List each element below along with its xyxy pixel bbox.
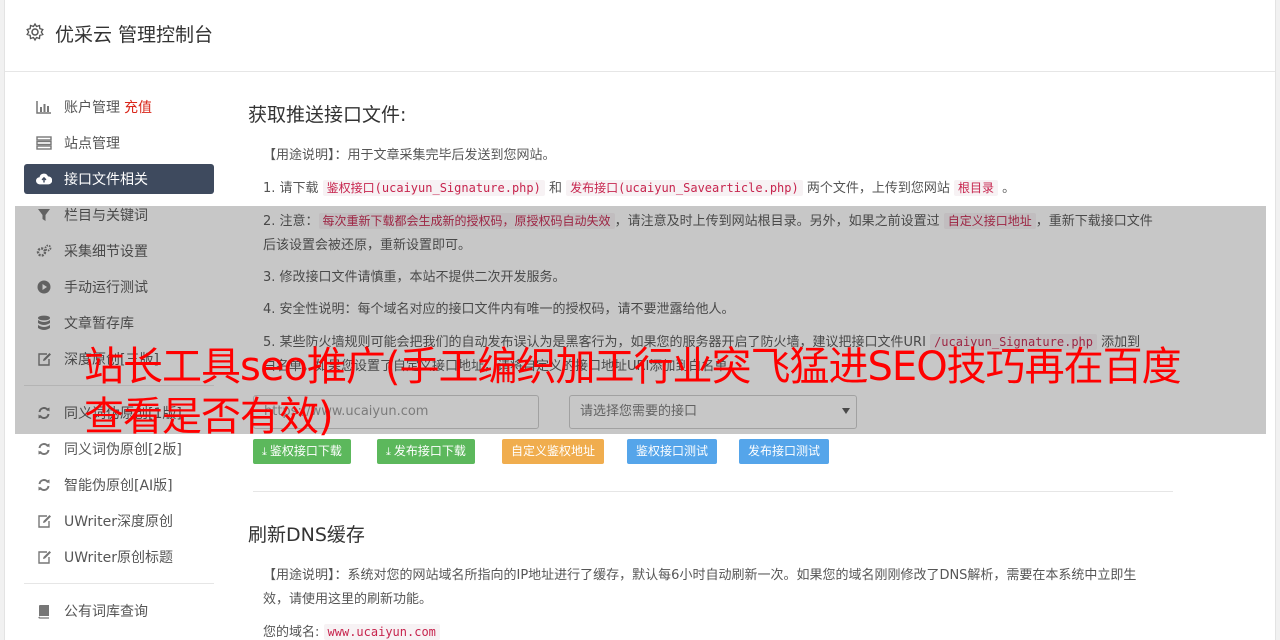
bar-chart-icon xyxy=(36,99,52,115)
button-label: 发布接口测试 xyxy=(748,444,821,458)
section-title-interface-files: 获取推送接口文件: xyxy=(248,104,407,126)
sidebar-item-label: 智能伪原创[AI版] xyxy=(64,478,173,494)
sidebar-item-uwriter-title[interactable]: UWriter原创标题 xyxy=(24,542,214,572)
domain-label: 您的域名: xyxy=(263,625,320,640)
sidebar-item-label: 账户管理 xyxy=(64,100,120,116)
signature-file-code: 鉴权接口(ucaiyun_Signature.php) xyxy=(322,180,545,196)
download-savearticle-button[interactable]: ⤓ 发布接口下载 xyxy=(377,439,475,464)
savearticle-file-code: 发布接口(ucaiyun_Savearticle.php) xyxy=(566,180,803,196)
sidebar-item-public-dictionary[interactable]: 公有词库查询 xyxy=(24,596,214,626)
test-savearticle-button[interactable]: 发布接口测试 xyxy=(739,439,830,464)
dns-usage-note: 【用途说明】：系统对您的网站域名所指向的IP地址进行了缓存，默认每6小时自动刷新… xyxy=(263,568,1137,607)
domain-row: 您的域名: www.ucaiyun.com xyxy=(263,620,1153,640)
step-1: 1. 请下载 鉴权接口(ucaiyun_Signature.php) 和 发布接… xyxy=(263,176,1153,201)
edit-icon xyxy=(36,549,52,565)
sidebar-item-uwriter-deep[interactable]: UWriter深度原创 xyxy=(24,506,214,536)
sidebar-item-label: 公有词库查询 xyxy=(64,604,148,620)
sidebar-item-ai-original[interactable]: 智能伪原创[AI版] xyxy=(24,470,214,500)
domain-value: www.ucaiyun.com xyxy=(323,624,440,640)
sidebar-item-account[interactable]: 账户管理 充值 xyxy=(24,92,214,122)
button-label: 发布接口下载 xyxy=(393,444,466,458)
button-label: 自定义鉴权地址 xyxy=(511,444,596,458)
button-label: 鉴权接口下载 xyxy=(269,444,342,458)
download-signature-button[interactable]: ⤓ 鉴权接口下载 xyxy=(253,439,351,464)
sidebar-item-label: 接口文件相关 xyxy=(64,172,148,188)
download-icon: ⤓ xyxy=(262,445,267,458)
sidebar-item-interface-files[interactable]: 接口文件相关 xyxy=(24,164,214,194)
action-buttons: ⤓ 鉴权接口下载 ⤓ 发布接口下载 自定义鉴权地址 鉴权接口测试 发布接口测试 xyxy=(253,439,1173,465)
cloud-upload-icon xyxy=(36,171,52,187)
root-dir-code: 根目录 xyxy=(954,180,999,196)
page-title: 优采云 管理控制台 xyxy=(55,24,214,46)
sidebar-item-label: UWriter原创标题 xyxy=(64,550,173,566)
section-title-dns: 刷新DNS缓存 xyxy=(248,524,365,546)
step-text: 。 xyxy=(998,181,1016,196)
download-icon: ⤓ xyxy=(386,445,391,458)
refresh-icon xyxy=(36,477,52,493)
usage-note: 【用途说明】：用于文章采集完毕后发送到您网站。 xyxy=(263,148,556,163)
custom-address-button[interactable]: 自定义鉴权地址 xyxy=(502,439,605,464)
recharge-link[interactable]: 充值 xyxy=(124,97,152,117)
section-divider xyxy=(253,491,1173,492)
sidebar-item-label: 同义词伪原创[2版] xyxy=(64,442,182,458)
button-label: 鉴权接口测试 xyxy=(636,444,709,458)
sidebar-divider xyxy=(24,583,214,584)
edit-icon xyxy=(36,513,52,529)
overlay-ad-text: 站长工具seo推广(手工编织加工行业突飞猛进SEO技巧再在百度查看是否有效) xyxy=(84,344,1182,440)
book-icon xyxy=(36,603,52,619)
top-header: 优采云 管理控制台 xyxy=(5,0,1275,72)
step-text: 两个文件，上传到您网站 xyxy=(802,181,954,196)
sidebar-item-label: UWriter深度原创 xyxy=(64,514,173,530)
server-icon xyxy=(36,135,52,151)
refresh-icon xyxy=(36,441,52,457)
sidebar-item-label: 站点管理 xyxy=(64,136,120,152)
test-signature-button[interactable]: 鉴权接口测试 xyxy=(627,439,718,464)
step-text: 和 xyxy=(544,181,567,196)
step-text: 1. 请下载 xyxy=(263,181,323,196)
gear-icon xyxy=(26,22,44,42)
sidebar-item-sites[interactable]: 站点管理 xyxy=(24,128,214,158)
